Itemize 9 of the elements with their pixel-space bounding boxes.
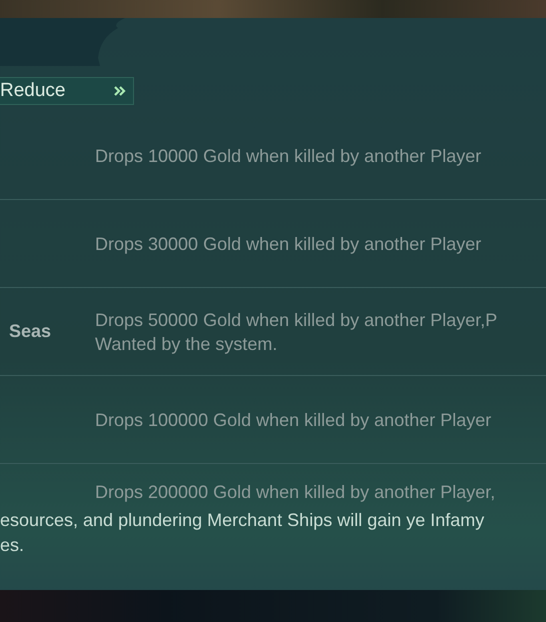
- row-description: Drops 200000 Gold when killed by another Player,: [95, 481, 496, 504]
- row-description: Drops 100000 Gold when killed by another Player: [95, 408, 492, 432]
- row-description: Drops 30000 Gold when killed by another Player: [95, 232, 482, 256]
- reduce-button[interactable]: Reduce: [0, 77, 134, 105]
- rank-name: Seas: [8, 321, 51, 342]
- footer-text: esources, and plundering Merchant Ships will gain ye Infamy es.: [0, 509, 486, 557]
- chevron-icon: [113, 84, 127, 98]
- row-description: Drops 50000 Gold when killed by another Player,P Wanted by the system.: [95, 308, 498, 356]
- row-description: Drops 10000 Gold when killed by another Player: [95, 144, 482, 168]
